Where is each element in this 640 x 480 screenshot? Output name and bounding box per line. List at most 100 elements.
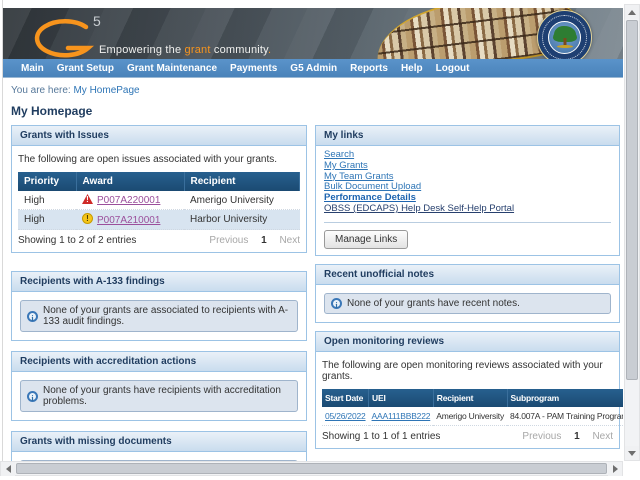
- left-arrow-icon: [6, 465, 11, 473]
- up-arrow-icon: [628, 10, 636, 15]
- award-cell: P007A220001: [76, 191, 184, 210]
- breadcrumb-prefix: You are here:: [11, 85, 71, 96]
- table-row: High P007A220001 Amerigo University: [18, 191, 300, 210]
- table-footer: Showing 1 to 2 of 2 entries Previous 1 N…: [18, 235, 300, 246]
- award-cell: P007A210001: [76, 210, 184, 230]
- nav-item-help[interactable]: Help: [401, 63, 423, 74]
- tagline: Empowering the grant community.: [99, 44, 271, 56]
- tagline-text-end: community: [211, 44, 268, 56]
- breadcrumb: You are here: My HomePage: [11, 85, 623, 96]
- vertical-scrollbar[interactable]: [624, 4, 640, 461]
- right-column: My links Search My Grants My Team Grants…: [315, 125, 620, 461]
- left-column: Grants with Issues The following are ope…: [11, 125, 307, 461]
- column-header-priority[interactable]: Priority: [18, 172, 76, 191]
- breadcrumb-homepage-link[interactable]: My HomePage: [73, 85, 139, 96]
- column-header-subprogram[interactable]: Subprogram: [507, 389, 623, 407]
- nav-item-grant-maintenance[interactable]: Grant Maintenance: [127, 63, 217, 74]
- showing-entries-label: Showing 1 to 2 of 2 entries: [18, 235, 136, 246]
- recipient-cell: Amerigo University: [184, 191, 300, 210]
- page-1-button[interactable]: 1: [261, 235, 267, 246]
- column-header-award[interactable]: Award: [76, 172, 184, 191]
- column-header-uei[interactable]: UEI: [369, 389, 434, 407]
- link-my-grants[interactable]: My Grants: [324, 161, 611, 172]
- table-header-row: Start Date UEI Recipient Subprogram: [322, 389, 623, 407]
- main-navigation-bar: Main Grant Setup Grant Maintenance Payme…: [3, 59, 623, 78]
- page-1-button[interactable]: 1: [574, 431, 580, 442]
- tagline-accent: grant: [185, 44, 211, 56]
- banner: 5 Empowering the grant community.: [3, 8, 623, 59]
- column-header-start-date[interactable]: Start Date: [322, 389, 369, 407]
- panel-my-links: My links Search My Grants My Team Grants…: [315, 125, 620, 256]
- uei-link[interactable]: AAA111BBB222: [372, 411, 431, 421]
- panel-header-monitoring-reviews: Open monitoring reviews: [316, 332, 619, 352]
- table-row: 05/26/2022 AAA111BBB222 Amerigo Universi…: [322, 407, 623, 426]
- g5-logo-g-icon: [29, 18, 95, 59]
- right-arrow-icon: [613, 465, 618, 473]
- panel-open-monitoring-reviews: Open monitoring reviews The following ar…: [315, 331, 620, 449]
- grants-with-issues-table: Priority Award Recipient High P007A22000…: [18, 172, 300, 230]
- nav-item-logout[interactable]: Logout: [436, 63, 470, 74]
- scroll-up-button[interactable]: [625, 5, 639, 19]
- subprogram-cell: 84.007A - PAM Training Program: [507, 407, 623, 426]
- grants-issues-description: The following are open issues associated…: [18, 154, 300, 165]
- info-message-box: None of your grants have recipients with…: [20, 380, 298, 412]
- main-content: You are here: My HomePage My Homepage Gr…: [3, 78, 623, 461]
- pagination: Previous 1 Next: [512, 431, 613, 442]
- info-icon: [27, 311, 38, 322]
- nav-item-main[interactable]: Main: [21, 63, 44, 74]
- nav-item-reports[interactable]: Reports: [350, 63, 388, 74]
- yellow-warning-circle-icon: [82, 213, 93, 224]
- tagline-text: Empowering the: [99, 44, 185, 56]
- g5-logo: 5: [29, 14, 109, 59]
- previous-page-button[interactable]: Previous: [522, 431, 561, 442]
- uei-cell: AAA111BBB222: [369, 407, 434, 426]
- award-link[interactable]: P007A210001: [97, 215, 160, 226]
- next-page-button[interactable]: Next: [592, 431, 613, 442]
- horizontal-scroll-thumb[interactable]: [16, 463, 607, 474]
- panel-header-recent-notes: Recent unofficial notes: [316, 265, 619, 285]
- panel-accreditation-actions: Recipients with accreditation actions No…: [11, 351, 307, 421]
- panel-a133-findings: Recipients with A-133 findings None of y…: [11, 271, 307, 341]
- page-viewport: 5 Empowering the grant community. Main G…: [2, 0, 623, 461]
- monitoring-reviews-table: Start Date UEI Recipient Subprogram 05/2…: [322, 389, 623, 426]
- info-icon: [27, 391, 38, 402]
- scroll-left-button[interactable]: [1, 462, 15, 476]
- table-header-row: Priority Award Recipient: [18, 172, 300, 191]
- info-message-text: None of your grants have recent notes.: [347, 298, 520, 309]
- g5-logo-superscript: 5: [93, 14, 101, 28]
- tagline-period: .: [268, 44, 271, 56]
- nav-item-payments[interactable]: Payments: [230, 63, 277, 74]
- scroll-down-button[interactable]: [625, 446, 639, 460]
- panel-header-my-links: My links: [316, 126, 619, 146]
- horizontal-scrollbar[interactable]: [0, 461, 623, 476]
- panel-header-accreditation-actions: Recipients with accreditation actions: [12, 352, 306, 372]
- nav-item-g5-admin[interactable]: G5 Admin: [290, 63, 337, 74]
- info-message-text: None of your grants have recipients with…: [43, 385, 291, 407]
- table-footer: Showing 1 to 1 of 1 entries Previous 1 N…: [322, 431, 613, 442]
- red-warning-triangle-icon: [82, 194, 93, 204]
- award-link[interactable]: P007A220001: [97, 195, 160, 206]
- panel-missing-documents: Grants with missing documents None of yo…: [11, 431, 307, 461]
- panel-recent-unofficial-notes: Recent unofficial notes None of your gra…: [315, 264, 620, 323]
- column-header-recipient[interactable]: Recipient: [433, 389, 507, 407]
- start-date-cell: 05/26/2022: [322, 407, 369, 426]
- column-header-recipient[interactable]: Recipient: [184, 172, 300, 191]
- panel-header-grants-with-issues: Grants with Issues: [12, 126, 306, 146]
- next-page-button[interactable]: Next: [279, 235, 300, 246]
- page-title: My Homepage: [11, 104, 623, 118]
- panel-grants-with-issues: Grants with Issues The following are ope…: [11, 125, 307, 253]
- scroll-right-button[interactable]: [608, 462, 622, 476]
- start-date-link[interactable]: 05/26/2022: [325, 411, 366, 421]
- info-message-box: None of your grants are associated to re…: [20, 300, 298, 332]
- vertical-scroll-thumb[interactable]: [626, 20, 638, 380]
- link-obss-help-desk[interactable]: OBSS (EDCAPS) Help Desk Self-Help Portal: [324, 204, 611, 215]
- my-links-list: Search My Grants My Team Grants Bulk Doc…: [316, 146, 619, 223]
- nav-item-grant-setup[interactable]: Grant Setup: [57, 63, 114, 74]
- priority-cell: High: [18, 191, 76, 210]
- pagination: Previous 1 Next: [199, 235, 300, 246]
- seal-ground: [557, 45, 573, 48]
- manage-links-button[interactable]: Manage Links: [324, 230, 408, 249]
- previous-page-button[interactable]: Previous: [209, 235, 248, 246]
- table-row: High P007A210001 Harbor University: [18, 210, 300, 230]
- seal-center: [548, 21, 581, 54]
